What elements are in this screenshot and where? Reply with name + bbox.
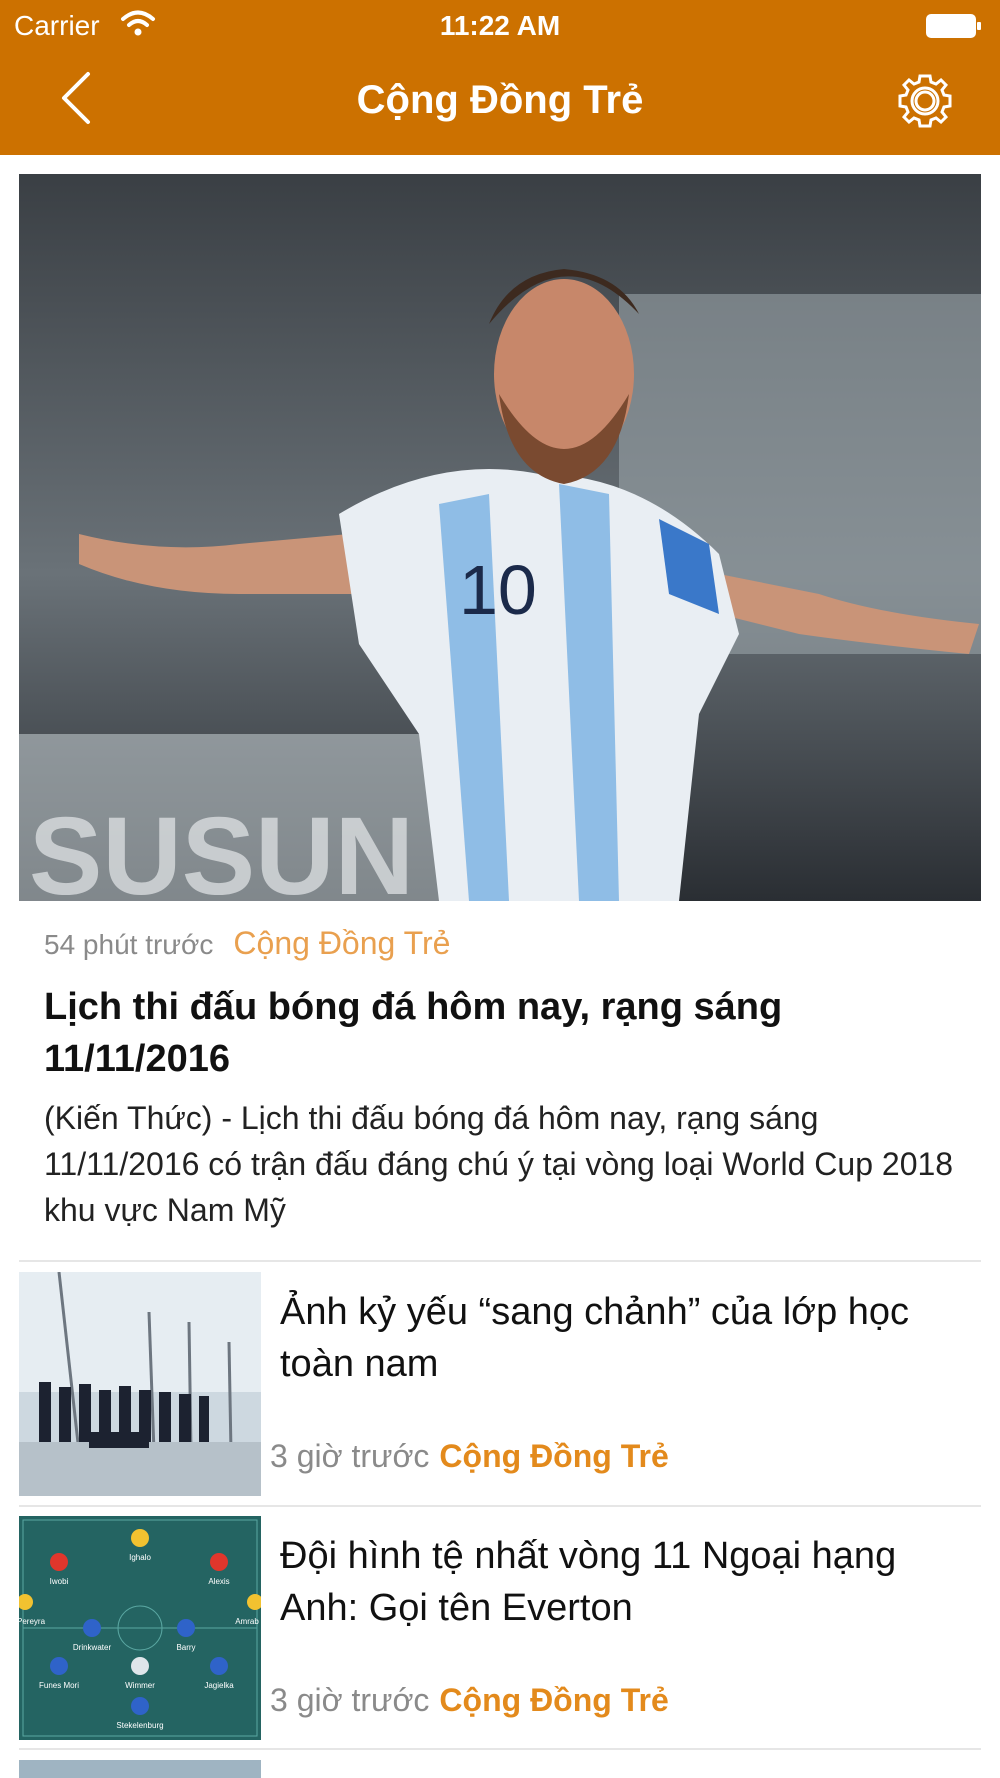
- page-title: Cộng Đồng Trẻ: [356, 78, 644, 122]
- featured-title[interactable]: Lịch thi đấu bóng đá hôm nay, rạng sáng …: [44, 981, 944, 1085]
- featured-meta: 54 phút trước Cộng Đồng Trẻ: [44, 925, 450, 965]
- article-source[interactable]: Cộng Đồng Trẻ: [439, 1438, 668, 1475]
- article-time: 3 giờ trước: [270, 1682, 430, 1718]
- article-thumbnail: [19, 1760, 261, 1778]
- divider: [19, 1505, 981, 1507]
- list-item[interactable]: Ảnh kỷ yếu “sang chảnh” của lớp học toàn…: [0, 1272, 1000, 1512]
- lineup-label: Drinkwater: [73, 1643, 112, 1652]
- svg-text:10: 10: [459, 551, 537, 629]
- article-meta: 3 giờ trước Cộng Đồng Trẻ: [270, 1682, 669, 1719]
- lineup-label: Funes Mori: [39, 1681, 79, 1690]
- featured-time: 54 phút trước: [44, 929, 214, 960]
- lineup-label: Pereyra: [19, 1617, 46, 1626]
- settings-button[interactable]: [896, 72, 954, 130]
- divider: [19, 1260, 981, 1262]
- article-thumbnail: [19, 1272, 261, 1496]
- lineup-label: Alexis: [208, 1577, 229, 1586]
- featured-source[interactable]: Cộng Đồng Trẻ: [233, 925, 450, 962]
- lineup-label: Barry: [176, 1643, 195, 1652]
- article-title[interactable]: Đội hình tệ nhất vòng 11 Ngoại hạng Anh:…: [280, 1530, 970, 1634]
- lineup-label: Iwobi: [50, 1577, 69, 1586]
- nav-bar: Cộng Đồng Trẻ: [0, 58, 1000, 148]
- lineup-label: Wimmer: [125, 1681, 155, 1690]
- lineup-label: Ighalo: [129, 1553, 151, 1562]
- divider: [19, 1748, 981, 1750]
- battery-icon: [926, 14, 981, 38]
- list-item[interactable]: Ighalo Iwobi Alexis Pereyra Drinkwater B…: [0, 1516, 1000, 1756]
- featured-article[interactable]: SUSUN 10 54 phút trước Cộng Đồng Trẻ Lịc…: [0, 155, 1000, 1263]
- app-header: Carrier 11:22 AM Cộng Đồng Trẻ: [0, 0, 1000, 155]
- status-time: 11:22 AM: [439, 10, 561, 41]
- article-source[interactable]: Cộng Đồng Trẻ: [439, 1682, 668, 1719]
- article-title[interactable]: Ảnh kỷ yếu “sang chảnh” của lớp học toàn…: [280, 1286, 970, 1390]
- lineup-label: Stekelenburg: [116, 1721, 163, 1730]
- article-thumbnail: Ighalo Iwobi Alexis Pereyra Drinkwater B…: [19, 1516, 261, 1740]
- featured-image: SUSUN 10: [19, 174, 981, 901]
- featured-summary: (Kiến Thức) - Lịch thi đấu bóng đá hôm n…: [44, 1100, 954, 1228]
- lineup-label: Jagielka: [204, 1681, 234, 1690]
- gear-icon: [898, 74, 952, 128]
- article-meta: 3 giờ trước Cộng Đồng Trẻ: [270, 1438, 669, 1475]
- status-bar: Carrier 11:22 AM: [0, 0, 1000, 52]
- lineup-label: Amrab: [235, 1617, 259, 1626]
- article-time: 3 giờ trước: [270, 1438, 430, 1474]
- svg-text:SUSUN: SUSUN: [29, 795, 414, 901]
